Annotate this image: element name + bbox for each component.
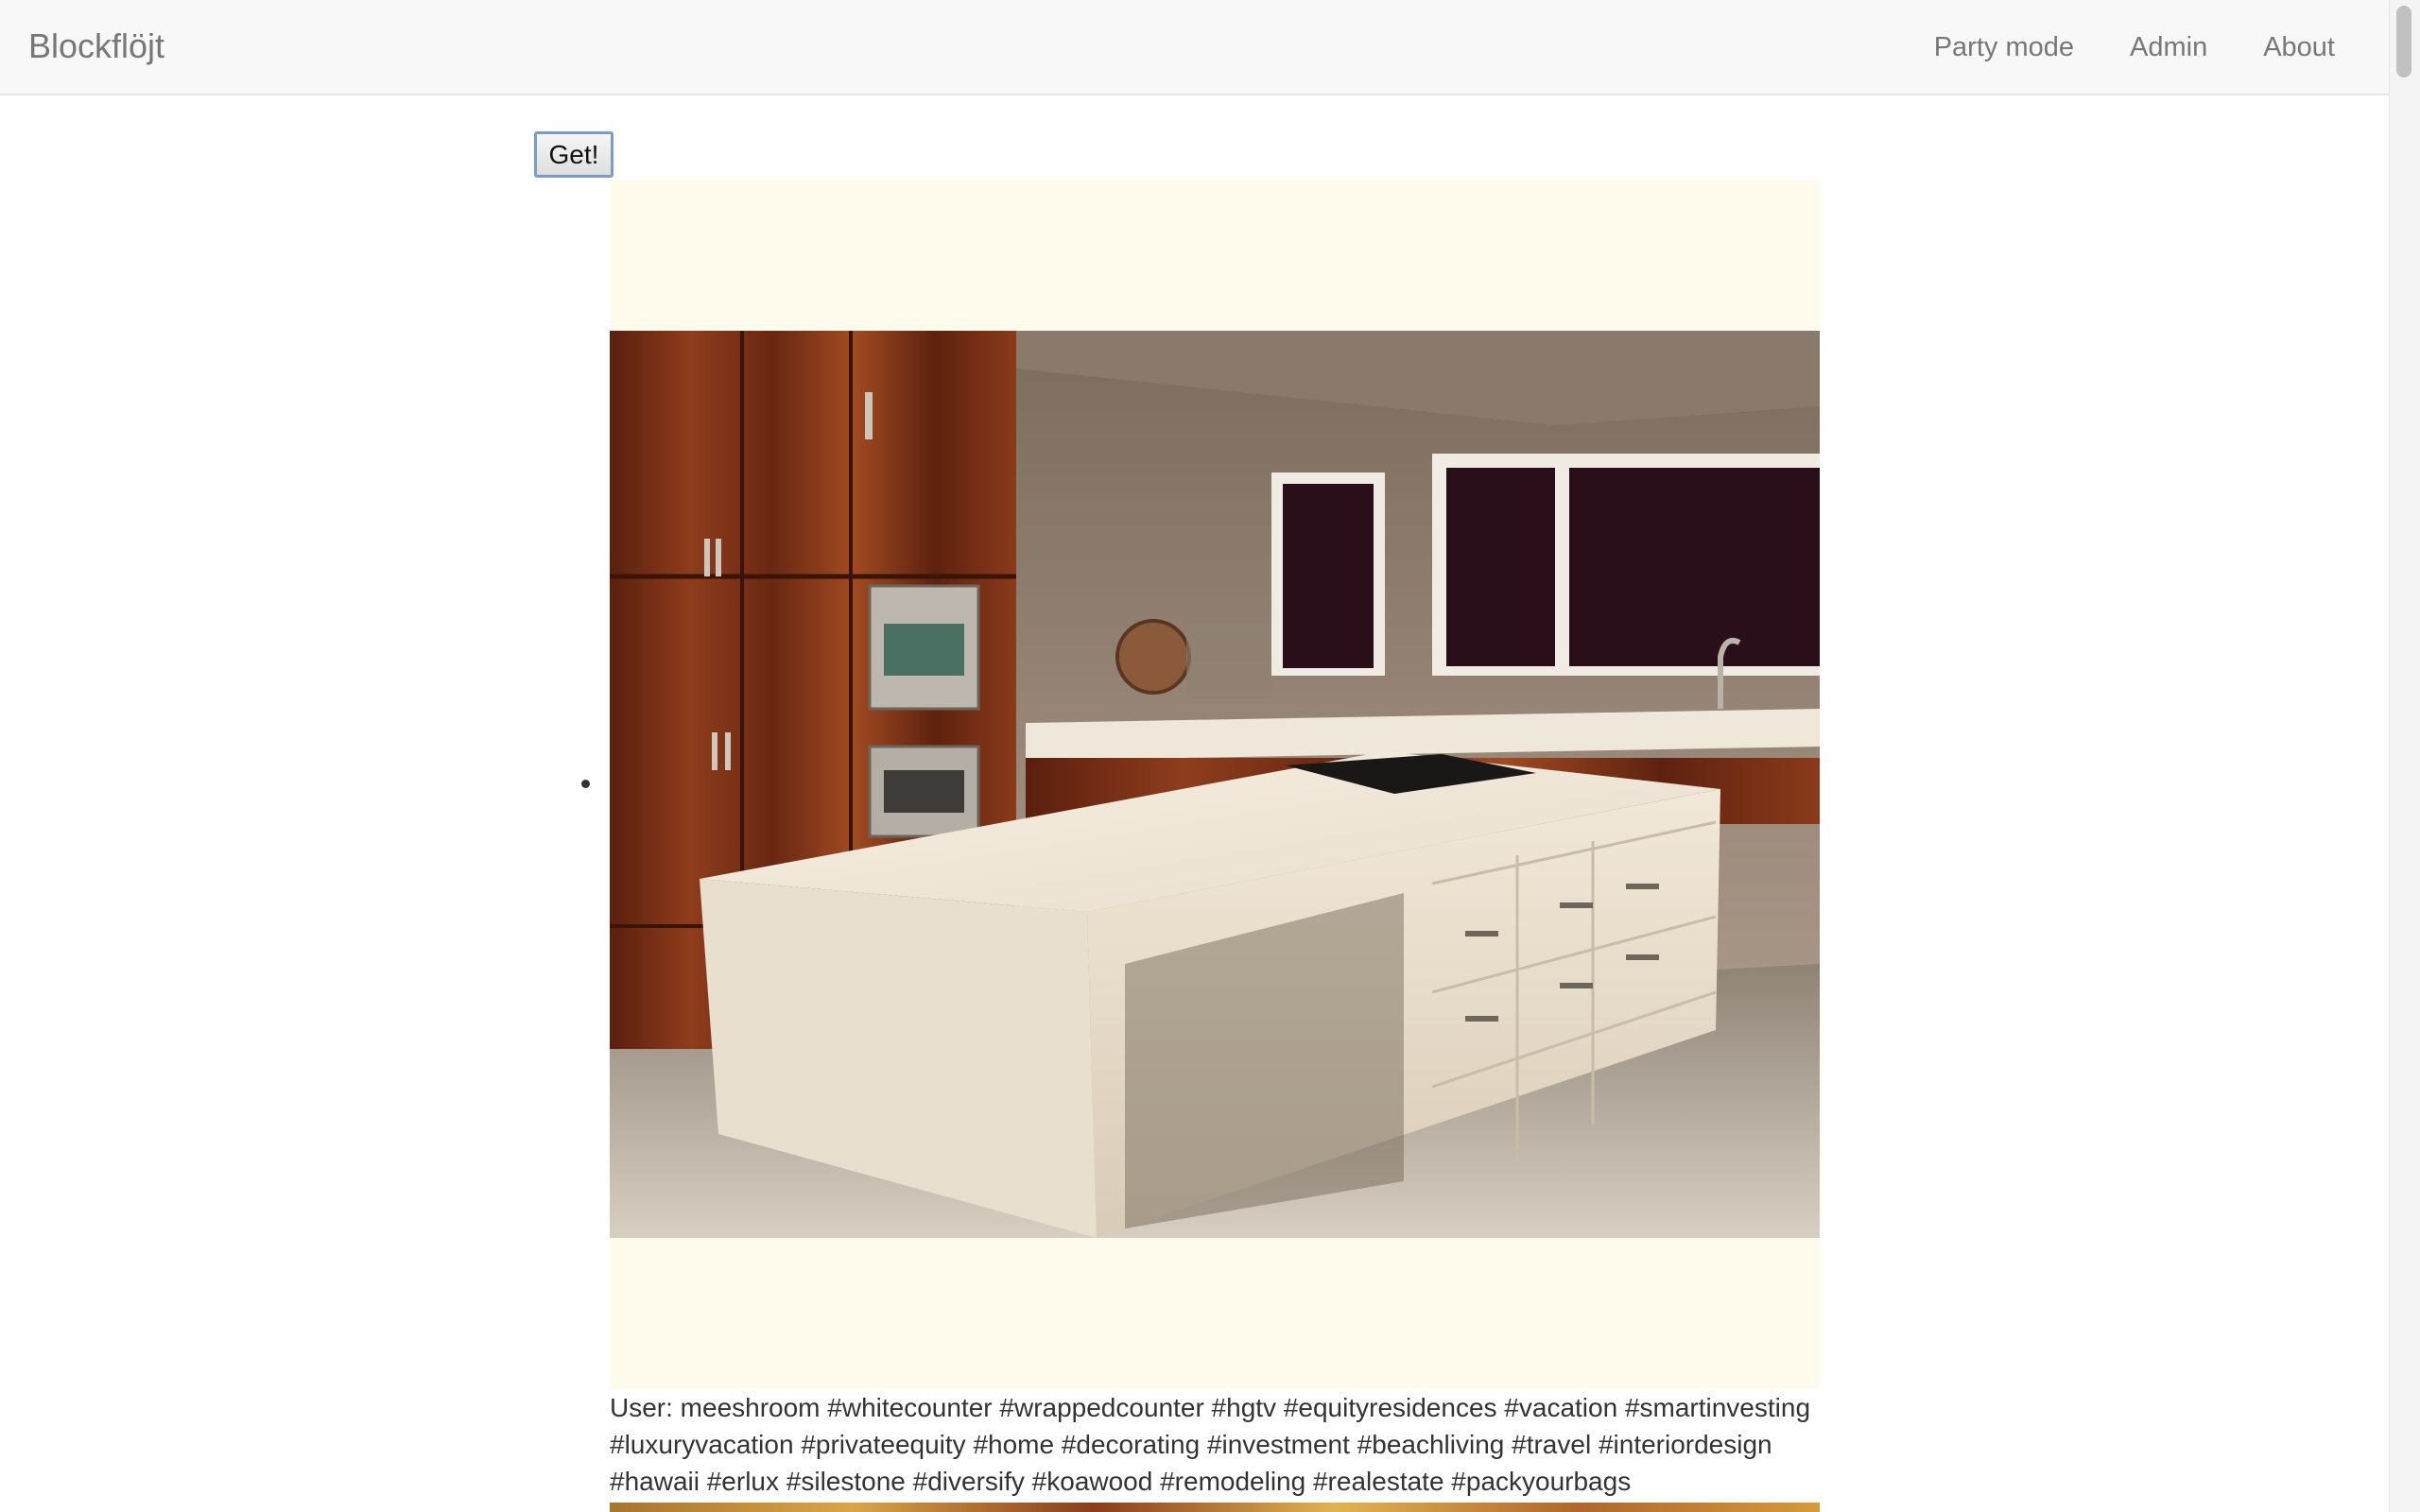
feed-item-caption: User: meeshroom #whitecounter #wrappedco… xyxy=(610,1393,1811,1496)
navbar: Blockflöjt Party mode Admin About xyxy=(0,0,2390,95)
nav-links: Party mode Admin About xyxy=(1878,28,2335,66)
nav-party-mode[interactable]: Party mode xyxy=(1934,28,2074,66)
list-bullet xyxy=(581,780,590,788)
next-feed-photo[interactable] xyxy=(610,1503,1820,1512)
page-scrollbar[interactable] xyxy=(2389,0,2420,1512)
get-button[interactable]: Get! xyxy=(534,131,614,178)
kitchen-photo-icon xyxy=(610,331,1820,1238)
nav-about[interactable]: About xyxy=(2263,28,2335,66)
nav-admin[interactable]: Admin xyxy=(2130,28,2207,66)
brand-link[interactable]: Blockflöjt xyxy=(28,26,164,67)
scroll-thumb[interactable] xyxy=(2396,6,2411,77)
feed-item-photo[interactable] xyxy=(610,180,1820,1389)
